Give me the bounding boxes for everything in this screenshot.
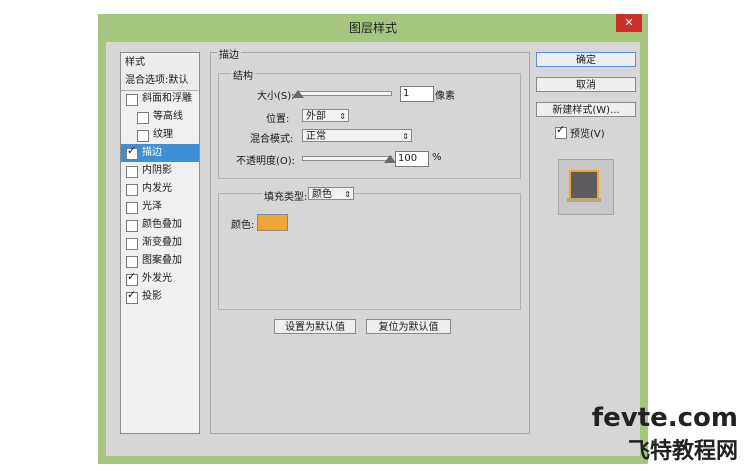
style-list-item[interactable]: ✓ 外发光 [121,270,199,288]
style-checkbox[interactable] [126,166,138,178]
section-title: 描边 [217,46,241,61]
style-list-item[interactable]: 渐变叠加 [121,234,199,252]
reset-default-button[interactable]: 复位为默认值 [366,319,451,334]
fill-type-label: 填充类型: [262,188,310,203]
cancel-button[interactable]: 取消 [536,77,636,92]
opacity-unit: % [432,152,442,163]
fill-type-value: 颜色 [312,189,332,200]
preview-checkbox[interactable]: ✓ [555,123,567,139]
opacity-slider[interactable] [302,156,392,161]
layer-style-dialog: 图层样式 ✕ 样式混合选项:默认斜面和浮雕等高线纹理 ✓ 描边内阴影内发光光泽颜色叠… [98,14,648,464]
opacity-label: 不透明度(O): [236,156,296,167]
style-list-label: 内阴影 [142,165,172,176]
style-list-item[interactable]: 内阴影 [121,162,199,180]
blend-mode-dropdown[interactable]: 正常 ⇕ [302,129,412,142]
updown-arrow-icon: ⇕ [402,132,409,141]
dialog-title: 图层样式 [348,21,397,35]
check-icon: ✓ [127,144,137,157]
close-button[interactable]: ✕ [616,14,642,32]
style-list-label: 光泽 [142,201,162,212]
preview-label: 预览(V) [570,129,605,140]
style-preview-thumbnail [558,159,614,215]
size-label: 大小(S): [257,91,295,102]
preview-swatch [569,170,599,200]
opacity-input[interactable]: 100 [395,151,429,167]
ok-button[interactable]: 确定 [536,52,636,67]
dialog-content: 样式混合选项:默认斜面和浮雕等高线纹理 ✓ 描边内阴影内发光光泽颜色叠加渐变叠加图案… [106,42,640,456]
blend-mode-value: 正常 [306,131,326,142]
style-checkbox[interactable] [126,202,138,214]
style-list-label: 混合选项:默认 [125,75,189,86]
size-unit: 像素 [435,91,455,102]
style-list-label: 样式 [125,57,145,68]
style-list-label: 描边 [142,147,162,158]
structure-group: 结构 大小(S): 1 像素 位置: 外部 ⇕ 混合模式: 正常 ⇕ 不透明度(O)… [218,67,521,179]
style-list-label: 等高线 [153,111,183,122]
style-list-label: 图案叠加 [142,255,182,266]
structure-title: 结构 [231,67,255,82]
style-list-item[interactable]: 内发光 [121,180,199,198]
style-list-item[interactable]: 等高线 [121,108,199,126]
color-swatch[interactable] [257,214,288,231]
style-checkbox[interactable] [126,238,138,250]
style-list-label: 颜色叠加 [142,219,182,230]
style-list-header[interactable]: 混合选项:默认 [121,72,199,91]
title-bar[interactable]: 图层样式 ✕ [98,14,648,40]
style-list-label: 投影 [142,291,162,302]
check-icon: ✓ [127,270,137,283]
style-checkbox[interactable]: ✓ [126,288,138,304]
preview-shadow [567,198,601,202]
position-label: 位置: [266,114,290,125]
style-list-item[interactable]: ✓ 投影 [121,288,199,306]
style-checkbox[interactable] [137,112,149,124]
style-list-item[interactable]: ✓ 描边 [121,144,199,162]
size-slider[interactable] [298,91,392,96]
style-list-label: 外发光 [142,273,172,284]
updown-arrow-icon: ⇕ [344,190,351,199]
style-list: 样式混合选项:默认斜面和浮雕等高线纹理 ✓ 描边内阴影内发光光泽颜色叠加渐变叠加图案… [120,52,200,434]
blend-mode-label: 混合模式: [250,134,294,145]
style-checkbox[interactable] [126,94,138,106]
stroke-panel: 描边 结构 大小(S): 1 像素 位置: 外部 ⇕ 混合模式: 正常 ⇕ 不透明度… [210,46,530,434]
style-list-item[interactable]: 光泽 [121,198,199,216]
style-list-item[interactable]: 图案叠加 [121,252,199,270]
style-list-label: 内发光 [142,183,172,194]
style-list-label: 渐变叠加 [142,237,182,248]
watermark-site-name: 飞特教程网 [627,439,738,464]
size-input[interactable]: 1 [400,86,434,102]
new-style-button[interactable]: 新建样式(W)... [536,102,636,117]
check-icon: ✓ [556,123,566,136]
color-label: 颜色: [231,220,255,231]
style-list-label: 斜面和浮雕 [142,93,192,104]
style-list-item[interactable]: 纹理 [121,126,199,144]
watermark-domain: fevte.com [591,403,738,433]
size-slider-thumb[interactable] [292,90,304,98]
style-checkbox[interactable] [126,220,138,232]
updown-arrow-icon: ⇕ [339,112,346,121]
style-checkbox[interactable]: ✓ [126,144,138,160]
style-list-item[interactable]: 颜色叠加 [121,216,199,234]
position-dropdown[interactable]: 外部 ⇕ [302,109,349,122]
style-checkbox[interactable] [126,256,138,268]
check-icon: ✓ [127,288,137,301]
style-list-header[interactable]: 样式 [121,54,199,73]
style-checkbox[interactable]: ✓ [126,270,138,286]
style-list-label: 纹理 [153,129,173,140]
set-default-button[interactable]: 设置为默认值 [274,319,356,334]
fill-group: 填充类型: 颜色 ⇕ 颜色: [218,187,521,310]
position-value: 外部 [306,111,326,122]
style-list-item[interactable]: 斜面和浮雕 [121,90,199,108]
style-checkbox[interactable] [137,130,149,142]
fill-type-dropdown[interactable]: 颜色 ⇕ [308,187,354,200]
style-checkbox[interactable] [126,184,138,196]
